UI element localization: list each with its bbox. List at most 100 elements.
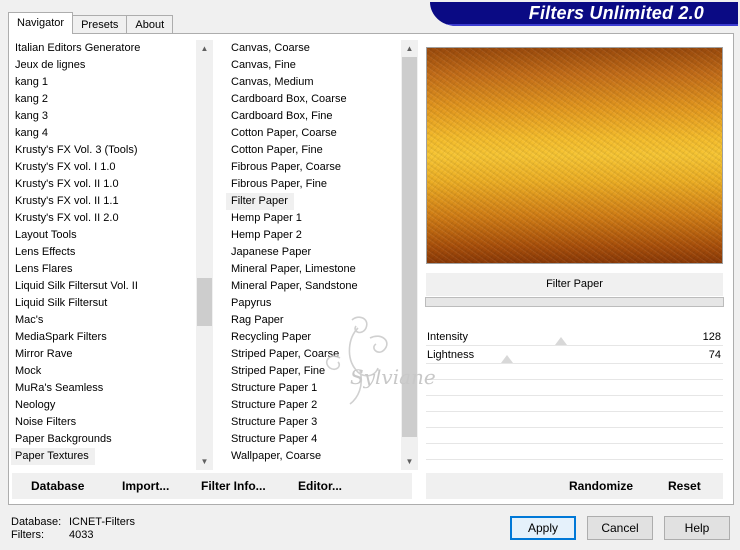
filter-list-item[interactable]: Mineral Paper, Limestone bbox=[226, 261, 401, 278]
category-list-item[interactable]: Krusty's FX vol. II 2.0 bbox=[11, 210, 196, 227]
slider-marker[interactable] bbox=[555, 337, 567, 345]
filter-list-item[interactable]: Fibrous Paper, Fine bbox=[226, 176, 401, 193]
apply-button[interactable]: Apply bbox=[510, 516, 576, 540]
filters-count: 4033 bbox=[69, 529, 94, 541]
filter-list-item-label: Mineral Paper, Sandstone bbox=[231, 280, 358, 292]
category-list-item[interactable]: Liquid Silk Filtersut Vol. II bbox=[11, 278, 196, 295]
filter-list-item[interactable]: Striped Paper, Fine bbox=[226, 363, 401, 380]
category-list-item[interactable]: Liquid Silk Filtersut bbox=[11, 295, 196, 312]
scroll-down-icon[interactable]: ▼ bbox=[196, 453, 213, 470]
status-info: Database: ICNET-Filters Filters: 4033 bbox=[11, 516, 135, 542]
filter-preview bbox=[426, 47, 723, 264]
category-list[interactable]: Italian Editors Generatore Jeux de lignes… bbox=[11, 40, 213, 470]
filter-info-button[interactable]: Filter Info... bbox=[201, 473, 266, 499]
filter-list-item[interactable]: Canvas, Coarse bbox=[226, 40, 401, 57]
filter-list-item[interactable]: Cotton Paper, Fine bbox=[226, 142, 401, 159]
filter-list-item[interactable]: Cotton Paper, Coarse bbox=[226, 125, 401, 142]
category-list-item[interactable]: kang 4 bbox=[11, 125, 196, 142]
filter-list-item[interactable]: Recycling Paper bbox=[226, 329, 401, 346]
filter-list-item[interactable]: Fibrous Paper, Coarse bbox=[226, 159, 401, 176]
filter-list-item[interactable]: Structure Paper 3 bbox=[226, 414, 401, 431]
tab-about[interactable]: About bbox=[126, 15, 174, 34]
slider-lightness[interactable]: Lightness 74 bbox=[426, 346, 723, 364]
filter-list-item[interactable]: Hemp Paper 1 bbox=[226, 210, 401, 227]
slider-intensity[interactable]: Intensity 128 bbox=[426, 328, 723, 346]
category-list-item[interactable]: Layout Tools bbox=[11, 227, 196, 244]
filter-list-item[interactable]: Structure Paper 2 bbox=[226, 397, 401, 414]
category-list-item[interactable]: Paper Backgrounds bbox=[11, 431, 196, 448]
filter-list-item-selected[interactable]: Filter Paper bbox=[226, 193, 401, 210]
tab-navigator[interactable]: Navigator bbox=[8, 12, 74, 34]
category-list-item-label: kang 4 bbox=[15, 127, 49, 139]
filter-list-item[interactable]: Rag Paper bbox=[226, 312, 401, 329]
category-list-item-label: Jeux de lignes bbox=[15, 59, 86, 71]
filter-list-item[interactable]: Wallpaper, Coarse bbox=[226, 448, 401, 465]
filter-list-item[interactable]: Structure Paper 4 bbox=[226, 431, 401, 448]
filter-list-item-label: Structure Paper 4 bbox=[231, 433, 318, 445]
filter-list-item[interactable]: Hemp Paper 2 bbox=[226, 227, 401, 244]
category-list-item-label: Mirror Rave bbox=[15, 348, 73, 360]
filter-list-item[interactable]: Papyrus bbox=[226, 295, 401, 312]
category-list-item-label: Krusty's FX vol. II 1.1 bbox=[15, 195, 119, 207]
database-key: Database: bbox=[11, 516, 62, 528]
category-list-item[interactable]: kang 3 bbox=[11, 108, 196, 125]
title-banner: Filters Unlimited 2.0 bbox=[430, 2, 738, 26]
category-list-item-label: Krusty's FX vol. I 1.0 bbox=[15, 161, 116, 173]
category-list-item[interactable]: MuRa's Seamless bbox=[11, 380, 196, 397]
filter-list-item-label: Hemp Paper 1 bbox=[231, 212, 302, 224]
preview-toolbar: Randomize Reset bbox=[426, 473, 723, 499]
scroll-down-icon[interactable]: ▼ bbox=[401, 453, 418, 470]
category-list-item[interactable]: Krusty's FX vol. II 1.0 bbox=[11, 176, 196, 193]
empty-slider-row bbox=[426, 396, 723, 412]
filter-list-item[interactable]: Cardboard Box, Coarse bbox=[226, 91, 401, 108]
scrollbar-thumb[interactable] bbox=[402, 57, 417, 437]
filter-list-item[interactable]: Canvas, Fine bbox=[226, 57, 401, 74]
category-list-item[interactable]: Lens Effects bbox=[11, 244, 196, 261]
scroll-up-icon[interactable]: ▲ bbox=[196, 40, 213, 57]
preview-filter-name: Filter Paper bbox=[426, 273, 723, 296]
category-list-item[interactable]: Jeux de lignes bbox=[11, 57, 196, 74]
category-list-item[interactable]: Italian Editors Generatore bbox=[11, 40, 196, 57]
category-list-item[interactable]: Krusty's FX Vol. 3 (Tools) bbox=[11, 142, 196, 159]
category-list-item[interactable]: Mac's bbox=[11, 312, 196, 329]
database-button[interactable]: Database bbox=[31, 473, 84, 499]
category-list-item[interactable]: Lens Flares bbox=[11, 261, 196, 278]
category-list-item-label: Krusty's FX Vol. 3 (Tools) bbox=[15, 144, 138, 156]
category-list-item[interactable]: MediaSpark Filters bbox=[11, 329, 196, 346]
filter-list-item[interactable]: Structure Paper 1 bbox=[226, 380, 401, 397]
import-button[interactable]: Import... bbox=[122, 473, 169, 499]
filter-scrollbar[interactable]: ▲ ▼ bbox=[401, 40, 418, 470]
filter-list-item[interactable]: Cardboard Box, Fine bbox=[226, 108, 401, 125]
filter-list-item-label: Cardboard Box, Coarse bbox=[231, 93, 347, 105]
category-list-item-label: MediaSpark Filters bbox=[15, 331, 107, 343]
randomize-button[interactable]: Randomize bbox=[569, 473, 633, 499]
scrollbar-thumb[interactable] bbox=[197, 278, 212, 326]
filter-list-item[interactable]: Canvas, Medium bbox=[226, 74, 401, 91]
filter-list-item-label: Wallpaper, Coarse bbox=[231, 450, 322, 462]
category-list-item[interactable]: kang 1 bbox=[11, 74, 196, 91]
filter-list-item[interactable]: Mineral Paper, Sandstone bbox=[226, 278, 401, 295]
scroll-up-icon[interactable]: ▲ bbox=[401, 40, 418, 57]
category-list-item-label: Lens Flares bbox=[15, 263, 73, 275]
category-scrollbar[interactable]: ▲ ▼ bbox=[196, 40, 213, 470]
tab-presets[interactable]: Presets bbox=[72, 15, 128, 34]
category-list-item[interactable]: Mock bbox=[11, 363, 196, 380]
filter-list-item[interactable]: Japanese Paper bbox=[226, 244, 401, 261]
help-button[interactable]: Help bbox=[664, 516, 730, 540]
editor-button[interactable]: Editor... bbox=[298, 473, 342, 499]
slider-marker[interactable] bbox=[500, 355, 513, 363]
category-list-item[interactable]: kang 2 bbox=[11, 91, 196, 108]
reset-button[interactable]: Reset bbox=[668, 473, 701, 499]
category-list-item[interactable]: Krusty's FX vol. I 1.0 bbox=[11, 159, 196, 176]
preview-image bbox=[427, 48, 722, 263]
filter-list-item-label: Fibrous Paper, Coarse bbox=[231, 161, 342, 173]
category-list-item[interactable]: Mirror Rave bbox=[11, 346, 196, 363]
cancel-button[interactable]: Cancel bbox=[587, 516, 653, 540]
filter-list-item[interactable]: Striped Paper, Coarse bbox=[226, 346, 401, 363]
category-list-item[interactable]: Krusty's FX vol. II 1.1 bbox=[11, 193, 196, 210]
filter-list[interactable]: Canvas, Coarse Canvas, Fine Canvas, Medium… bbox=[226, 40, 418, 470]
category-list-item-selected[interactable]: Paper Textures bbox=[11, 448, 196, 465]
slider-value: 128 bbox=[702, 331, 721, 343]
category-list-item[interactable]: Neology bbox=[11, 397, 196, 414]
category-list-item[interactable]: Noise Filters bbox=[11, 414, 196, 431]
